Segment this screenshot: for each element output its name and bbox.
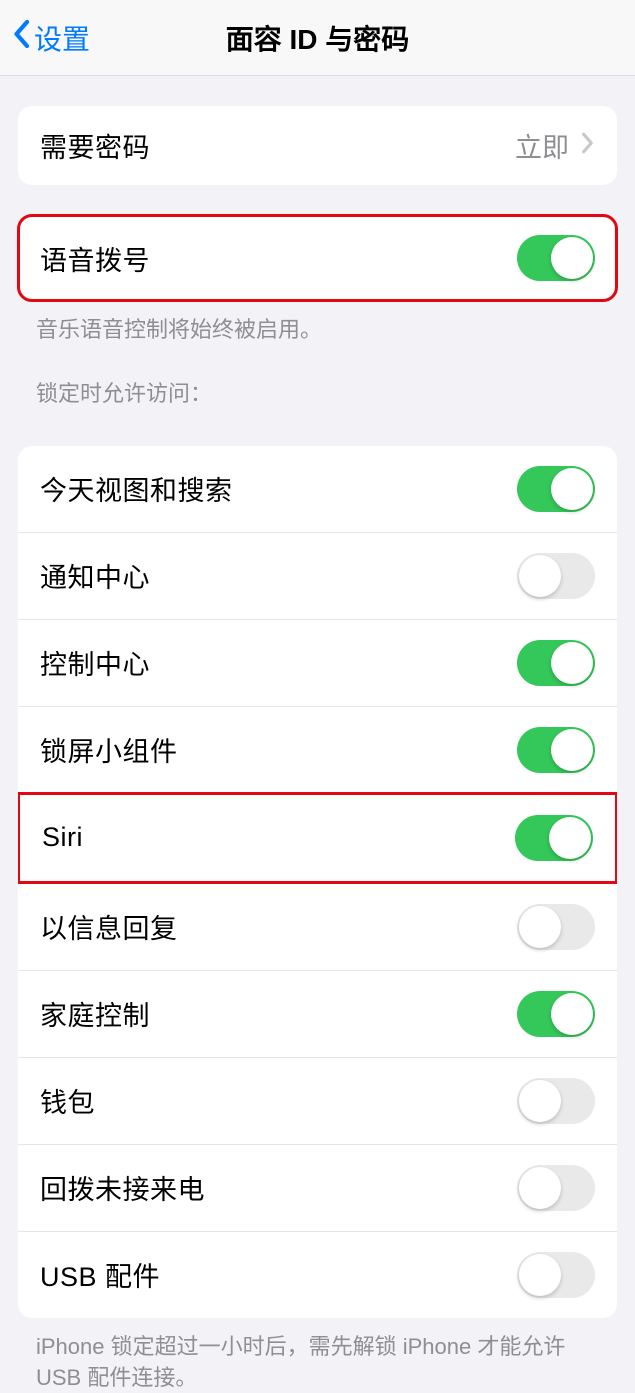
page-title: 面容 ID 与密码 [226, 18, 410, 58]
locked-access-label: 通知中心 [40, 556, 150, 595]
locked-access-toggle[interactable] [517, 904, 595, 950]
locked-access-row: 钱包 [18, 1057, 617, 1144]
locked-access-row: 家庭控制 [18, 970, 617, 1057]
locked-access-toggle[interactable] [517, 553, 595, 599]
require-passcode-label: 需要密码 [40, 126, 150, 165]
voice-dial-footer: 音乐语音控制将始终被启用。 [0, 301, 635, 346]
locked-access-label: 控制中心 [40, 643, 150, 682]
locked-access-label: 钱包 [40, 1081, 95, 1120]
locked-access-toggle[interactable] [517, 1252, 595, 1298]
chevron-right-icon [581, 130, 595, 161]
locked-access-toggle[interactable] [517, 1165, 595, 1211]
voice-dial-group: 语音拨号 [18, 215, 617, 301]
locked-access-toggle[interactable] [515, 815, 593, 861]
voice-dial-label: 语音拨号 [40, 239, 150, 278]
locked-access-toggle[interactable] [517, 640, 595, 686]
locked-access-row: 今天视图和搜索 [18, 446, 617, 532]
locked-access-label: Siri [42, 822, 83, 853]
locked-access-group: 今天视图和搜索通知中心控制中心锁屏小组件 Siri 以信息回复家庭控制钱包回拨未接来… [18, 446, 617, 1318]
require-passcode-value: 立即 [515, 126, 595, 165]
chevron-left-icon [12, 19, 30, 56]
passcode-group: 需要密码 立即 [18, 106, 617, 185]
locked-access-footer: iPhone 锁定超过一小时后，需先解锁 iPhone 才能允许 USB 配件连… [0, 1318, 635, 1393]
locked-access-row: Siri [18, 792, 617, 884]
locked-access-toggle[interactable] [517, 466, 595, 512]
back-button[interactable]: 设置 [0, 18, 90, 58]
locked-access-label: 锁屏小组件 [40, 730, 178, 769]
locked-access-header: 锁定时允许访问： [0, 346, 635, 416]
header-bar: 设置 面容 ID 与密码 [0, 0, 635, 76]
voice-dial-row: 语音拨号 [18, 215, 617, 301]
locked-access-label: 家庭控制 [40, 994, 150, 1033]
require-passcode-row[interactable]: 需要密码 立即 [18, 106, 617, 185]
locked-access-row: 通知中心 [18, 532, 617, 619]
locked-access-label: 回拨未接来电 [40, 1168, 205, 1207]
locked-access-toggle[interactable] [517, 727, 595, 773]
voice-dial-toggle[interactable] [517, 235, 595, 281]
locked-access-row: 回拨未接来电 [18, 1144, 617, 1231]
locked-access-toggle[interactable] [517, 1078, 595, 1124]
back-label: 设置 [34, 18, 90, 58]
locked-access-row: 以信息回复 [18, 883, 617, 970]
locked-access-label: 今天视图和搜索 [40, 469, 233, 508]
locked-access-row: 锁屏小组件 [18, 706, 617, 793]
locked-access-label: 以信息回复 [40, 907, 178, 946]
locked-access-toggle[interactable] [517, 991, 595, 1037]
locked-access-row: 控制中心 [18, 619, 617, 706]
locked-access-row: USB 配件 [18, 1231, 617, 1318]
locked-access-label: USB 配件 [40, 1255, 160, 1294]
